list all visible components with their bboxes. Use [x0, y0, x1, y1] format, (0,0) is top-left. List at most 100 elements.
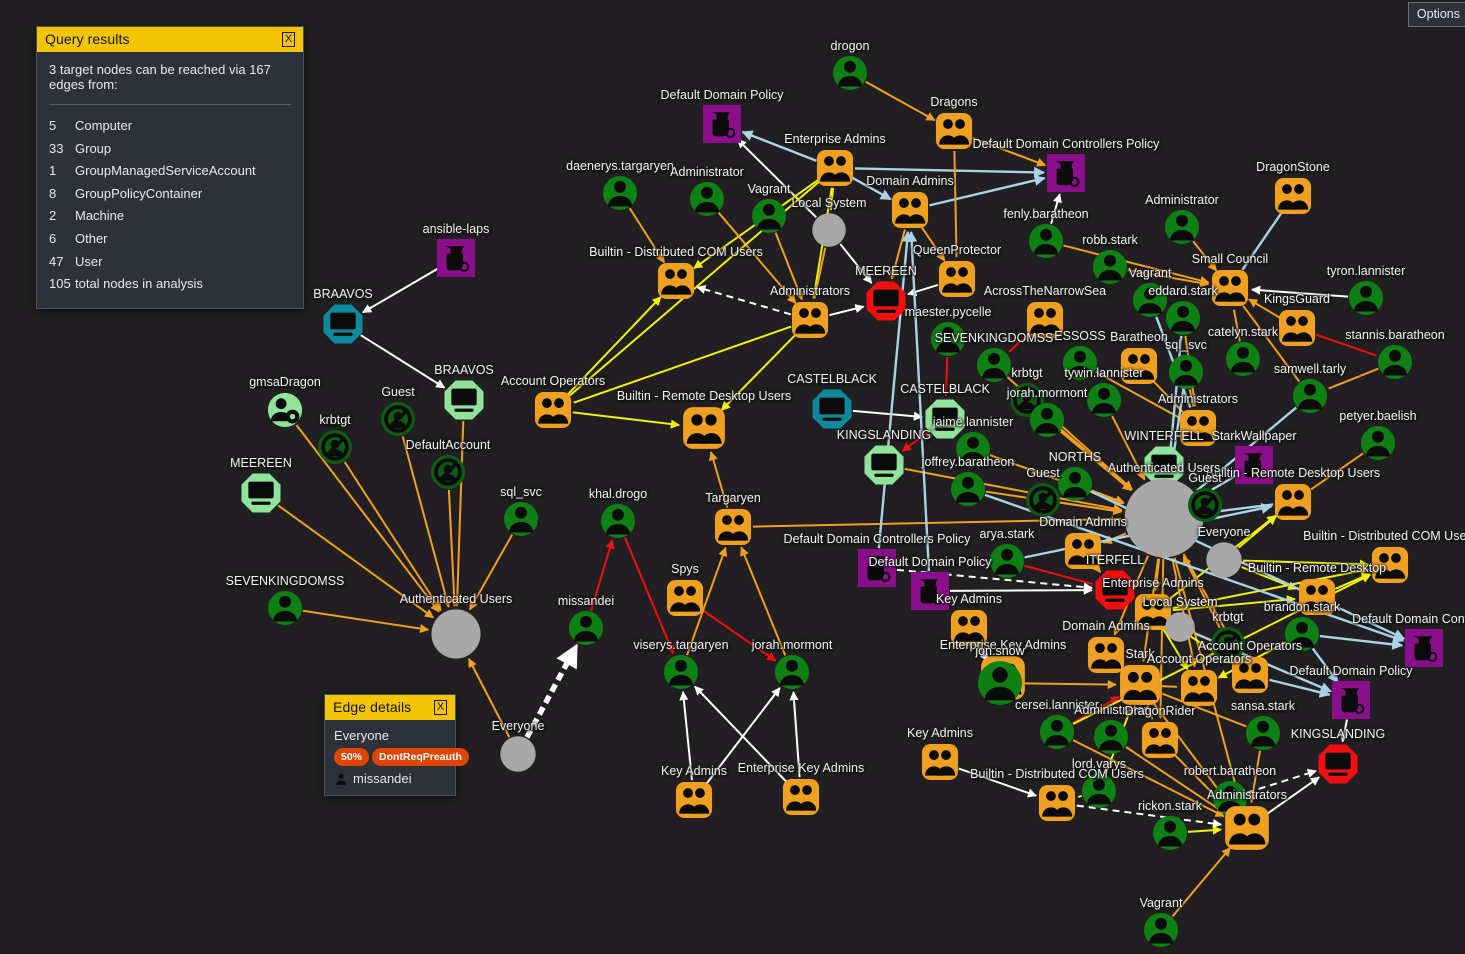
graph-edge[interactable] [907, 283, 939, 297]
graph-node[interactable] [864, 445, 904, 485]
edge-type-badge[interactable]: DontReqPreauth [372, 748, 469, 766]
graph-node[interactable] [977, 348, 1011, 382]
graph-edge[interactable] [854, 166, 1046, 178]
close-icon[interactable]: X [282, 31, 295, 47]
graph-edge[interactable] [929, 174, 1046, 207]
graph-edge[interactable] [1146, 705, 1154, 720]
close-icon[interactable]: X [434, 699, 447, 715]
graph-node[interactable] [1047, 154, 1085, 192]
graph-node[interactable] [782, 778, 820, 816]
graph-node[interactable] [504, 502, 538, 536]
graph-edge[interactable] [694, 685, 788, 784]
graph-node[interactable] [1285, 617, 1319, 651]
graph-node[interactable] [714, 508, 752, 546]
graph-node[interactable] [1179, 409, 1217, 447]
graph-edge[interactable] [1171, 847, 1232, 917]
graph-edge[interactable] [944, 356, 949, 397]
graph-edge[interactable] [1251, 285, 1349, 298]
graph-edge[interactable] [696, 285, 792, 316]
graph-edge[interactable] [774, 232, 804, 301]
graph-edge[interactable] [865, 80, 936, 122]
graph-node[interactable] [569, 611, 603, 645]
graph-node[interactable] [323, 304, 363, 344]
graph-edge[interactable] [1050, 193, 1062, 225]
graph-node[interactable] [1318, 744, 1358, 784]
graph-node[interactable] [500, 736, 536, 772]
graph-node[interactable] [1169, 355, 1203, 389]
graph-edge[interactable] [1161, 685, 1178, 688]
graph-node[interactable] [437, 239, 475, 277]
graph-node[interactable] [866, 281, 906, 321]
graph-node[interactable] [752, 199, 786, 233]
graph-edge[interactable] [1311, 647, 1339, 684]
graph-edge[interactable] [360, 334, 446, 389]
graph-node[interactable] [921, 743, 959, 781]
graph-node[interactable] [775, 655, 809, 689]
graph-edge[interactable] [877, 230, 913, 549]
graph-edge[interactable] [972, 137, 1047, 167]
graph-node[interactable] [431, 455, 465, 489]
graph-node[interactable] [1332, 681, 1370, 719]
graph-node[interactable] [664, 655, 698, 689]
graph-node[interactable] [1029, 224, 1063, 258]
graph-node[interactable] [951, 472, 985, 506]
graph-edge[interactable] [1192, 240, 1218, 272]
graph-edge[interactable] [1334, 572, 1371, 590]
graph-node[interactable] [1349, 281, 1383, 315]
graph-node[interactable] [1026, 483, 1060, 517]
graph-node[interactable] [1095, 570, 1135, 610]
graph-node[interactable] [601, 504, 635, 538]
graph-node[interactable] [812, 389, 852, 429]
edge-source-label[interactable]: Everyone [334, 728, 446, 743]
graph-edge[interactable] [679, 690, 693, 781]
graph-node[interactable] [1165, 612, 1195, 642]
graph-edge[interactable] [447, 489, 459, 607]
graph-node[interactable] [1166, 301, 1200, 335]
graph-node[interactable] [1274, 483, 1312, 521]
graph-node[interactable] [1094, 720, 1128, 754]
graph-node[interactable] [1274, 177, 1312, 215]
graph-node[interactable] [1293, 379, 1327, 413]
edge-details-panel[interactable]: Edge details X Everyone 50% DontReqPreau… [324, 694, 469, 796]
graph-node[interactable] [1026, 301, 1064, 339]
graph-edge[interactable] [949, 585, 1093, 595]
graph-stage[interactable]: drogon Dragons Default Domain Policy Defaul… [0, 0, 1465, 954]
graph-edge[interactable] [1246, 769, 1317, 794]
graph-edge[interactable] [1242, 559, 1369, 569]
graph-node[interactable] [1119, 664, 1161, 706]
graph-node[interactable] [1405, 629, 1443, 667]
graph-node[interactable] [1087, 383, 1121, 417]
edge-target-row[interactable]: missandei [334, 771, 446, 786]
graph-edge[interactable] [1241, 211, 1283, 271]
graph-edge[interactable] [852, 409, 924, 421]
graph-edge[interactable] [1315, 333, 1377, 357]
graph-node[interactable] [690, 182, 724, 216]
graph-node[interactable] [1206, 542, 1242, 578]
graph-edge[interactable] [1187, 825, 1222, 835]
graph-node[interactable] [603, 176, 637, 210]
graph-edge[interactable] [1091, 489, 1125, 504]
graph-edge[interactable] [1328, 367, 1379, 390]
graph-edge[interactable] [829, 304, 865, 317]
graph-node[interactable] [858, 549, 896, 587]
graph-node[interactable] [431, 609, 481, 659]
graph-node[interactable] [267, 392, 303, 428]
graph-node[interactable] [682, 406, 726, 450]
graph-node[interactable] [956, 432, 990, 466]
graph-edge[interactable] [1266, 776, 1320, 816]
graph-node[interactable] [675, 781, 713, 819]
query-results-panel[interactable]: Query results X 3 target nodes can be re… [36, 26, 304, 309]
graph-node[interactable] [1188, 488, 1222, 522]
graph-edge[interactable] [708, 451, 729, 509]
graph-node[interactable] [1144, 913, 1178, 947]
graph-edge[interactable] [1111, 415, 1146, 481]
graph-node[interactable] [931, 322, 965, 356]
graph-node[interactable] [318, 430, 352, 464]
graph-node[interactable] [241, 473, 281, 513]
options-button[interactable]: Options [1407, 2, 1465, 27]
graph-edge[interactable] [920, 225, 946, 262]
graph-node[interactable] [1211, 269, 1249, 307]
graph-edge[interactable] [740, 546, 787, 656]
graph-node[interactable] [1361, 426, 1395, 460]
graph-node[interactable] [1371, 546, 1409, 584]
